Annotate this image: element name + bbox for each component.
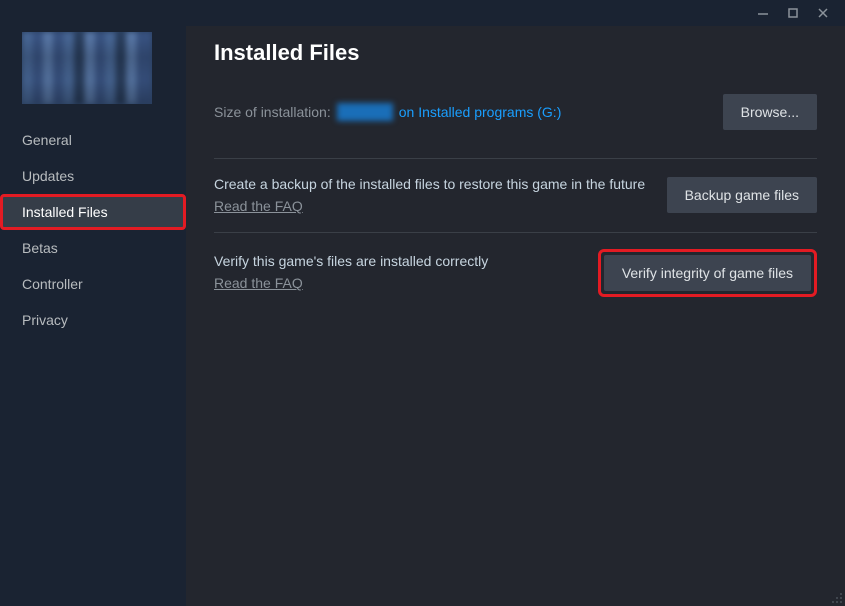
verify-section: Verify this game's files are installed c… bbox=[214, 232, 817, 313]
sidebar-item-controller[interactable]: Controller bbox=[0, 266, 186, 302]
sidebar: General Updates Installed Files Betas Co… bbox=[0, 26, 186, 606]
sidebar-nav: General Updates Installed Files Betas Co… bbox=[0, 122, 186, 338]
backup-game-files-button[interactable]: Backup game files bbox=[667, 177, 817, 213]
minimize-button[interactable] bbox=[749, 2, 777, 24]
sidebar-item-updates[interactable]: Updates bbox=[0, 158, 186, 194]
resize-grip-icon[interactable] bbox=[829, 590, 843, 604]
backup-section: Create a backup of the installed files t… bbox=[214, 158, 817, 232]
browse-button[interactable]: Browse... bbox=[723, 94, 817, 130]
installation-location-link[interactable]: on Installed programs (G:) bbox=[399, 104, 562, 120]
sidebar-item-privacy[interactable]: Privacy bbox=[0, 302, 186, 338]
size-label: Size of installation: bbox=[214, 104, 331, 120]
content-panel: Installed Files Size of installation: on… bbox=[186, 26, 845, 606]
page-title: Installed Files bbox=[214, 40, 817, 66]
sidebar-item-general[interactable]: General bbox=[0, 122, 186, 158]
verify-integrity-button[interactable]: Verify integrity of game files bbox=[604, 255, 811, 291]
sidebar-item-installed-files[interactable]: Installed Files bbox=[0, 194, 186, 230]
maximize-button[interactable] bbox=[779, 2, 807, 24]
verify-button-highlight: Verify integrity of game files bbox=[598, 249, 817, 297]
backup-faq-link[interactable]: Read the FAQ bbox=[214, 198, 303, 214]
close-button[interactable] bbox=[809, 2, 837, 24]
verify-faq-link[interactable]: Read the FAQ bbox=[214, 275, 303, 291]
backup-description: Create a backup of the installed files t… bbox=[214, 175, 647, 194]
sidebar-item-betas[interactable]: Betas bbox=[0, 230, 186, 266]
verify-description: Verify this game's files are installed c… bbox=[214, 252, 578, 271]
size-value-redacted bbox=[337, 103, 393, 121]
game-thumbnail bbox=[22, 32, 152, 104]
window-titlebar bbox=[0, 0, 845, 26]
installation-size-row: Size of installation: on Installed progr… bbox=[214, 94, 817, 130]
